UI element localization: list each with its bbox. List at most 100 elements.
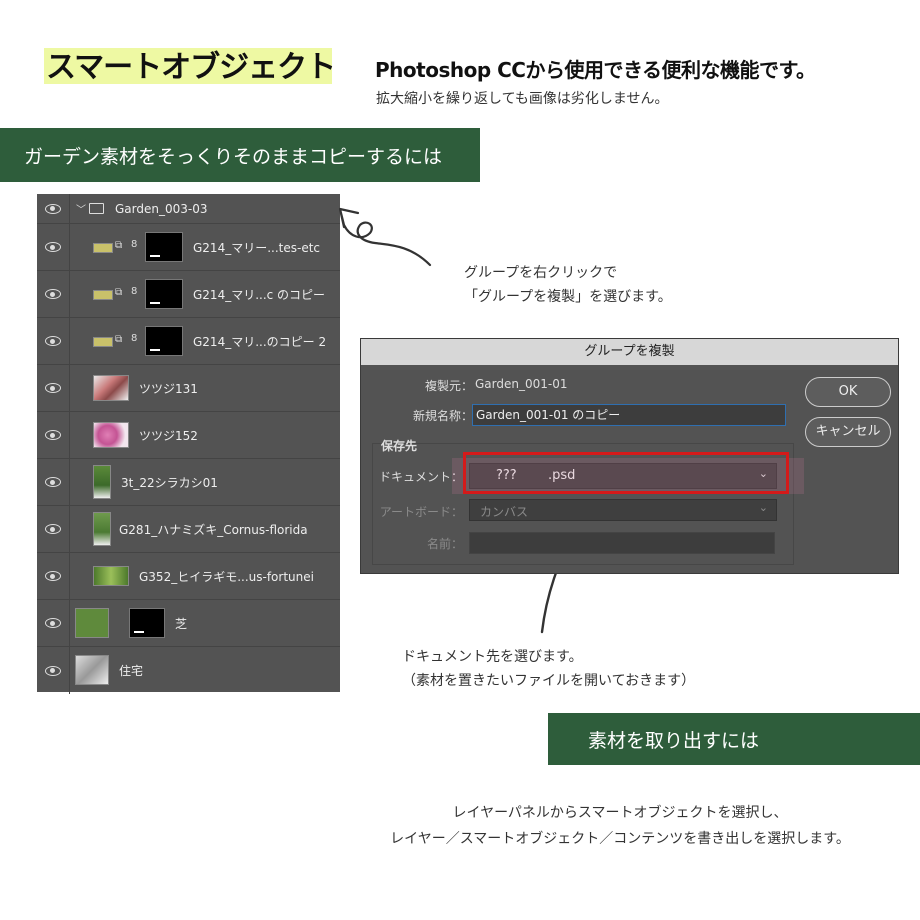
- eye-icon: [45, 665, 61, 676]
- annotation-right-click: グループを右クリックで 「グループを複製」を選びます。: [464, 261, 672, 309]
- source-label: 複製元：: [424, 379, 473, 393]
- destination-heading: 保存先: [381, 439, 418, 453]
- layer-name: 3t_22シラカシ01: [121, 475, 218, 490]
- layer-name: ツツジ131: [139, 381, 198, 396]
- mask-thumbnail: [145, 279, 183, 309]
- visibility-toggle[interactable]: [37, 318, 70, 364]
- visibility-toggle[interactable]: [37, 553, 70, 599]
- eye-icon: [45, 336, 61, 346]
- cancel-button[interactable]: キャンセル: [805, 417, 891, 447]
- bottom-line: レイヤー／スマートオブジェクト／コンテンツを書き出しを選択します。: [390, 831, 850, 847]
- annotation-line: （素材を置きたいファイルを開いておきます）: [402, 673, 696, 689]
- mask-thumbnail: [145, 326, 183, 356]
- name-label: 名前：: [426, 537, 463, 551]
- annotation-document: ドキュメント先を選びます。 （素材を置きたいファイルを開いておきます）: [402, 645, 695, 693]
- copy-section-banner: ガーデン素材をそっくりそのままコピーするには: [0, 128, 480, 182]
- layer-thumbnail: [75, 608, 109, 638]
- eye-icon: [45, 289, 61, 299]
- source-value: Garden_001-01: [475, 377, 568, 391]
- eye-icon: [45, 477, 61, 487]
- visibility-toggle[interactable]: [37, 600, 70, 646]
- layer-name: G214_マリ...c のコピー: [193, 287, 326, 302]
- layer-row[interactable]: ツツジ131: [37, 365, 340, 412]
- layer-row[interactable]: ⧉ 8 G214_マリ...のコピー 2: [37, 318, 340, 365]
- layer-row[interactable]: 住宅: [37, 647, 340, 694]
- visibility-toggle[interactable]: [37, 506, 70, 552]
- visibility-toggle[interactable]: [37, 459, 70, 505]
- new-name-label: 新規名称：: [412, 409, 473, 423]
- annotation-line: 「グループを複製」を選びます。: [464, 289, 672, 305]
- folder-icon: [89, 203, 104, 214]
- subheadline: 拡大縮小を繰り返しても画像は劣化しません。: [376, 91, 669, 107]
- visibility-toggle[interactable]: [37, 271, 70, 317]
- eye-icon: [45, 524, 61, 534]
- eye-icon: [45, 203, 61, 214]
- headline: Photoshop CCから使用できる便利な機能です。: [375, 58, 816, 82]
- layer-name: 芝: [175, 616, 188, 631]
- visibility-toggle[interactable]: [37, 365, 70, 411]
- layer-name: ツツジ152: [139, 428, 198, 443]
- link-icon: 8: [131, 333, 138, 344]
- name-input[interactable]: [469, 532, 775, 554]
- bottom-instructions: レイヤーパネルからスマートオブジェクトを選択し、 レイヤー／スマートオブジェクト…: [330, 800, 910, 852]
- artboard-select[interactable]: カンバス ⌄: [469, 499, 777, 521]
- ok-button[interactable]: OK: [805, 377, 891, 407]
- layer-row[interactable]: G352_ヒイラギモ...us-fortunei: [37, 553, 340, 600]
- layer-row[interactable]: ⧉ 8 G214_マリ...c のコピー: [37, 271, 340, 318]
- document-label: ドキュメント：: [378, 470, 463, 484]
- annotation-line: グループを右クリックで: [464, 265, 618, 281]
- layer-name: G281_ハナミズキ_Cornus-florida: [119, 522, 308, 537]
- document-highlight-box: [463, 452, 789, 494]
- arrow-to-group-icon: [338, 207, 432, 267]
- layer-thumbnail: [93, 465, 111, 499]
- artboard-value: カンバス: [480, 505, 529, 519]
- layer-thumbnail: [93, 512, 111, 546]
- layer-group-row[interactable]: ﹀ Garden_003-03: [37, 194, 340, 224]
- new-name-input[interactable]: Garden_001-01 のコピー: [472, 404, 786, 426]
- layer-name: G214_マリー...tes-etc: [193, 240, 321, 255]
- link-icon: 8: [131, 286, 138, 297]
- visibility-toggle[interactable]: [37, 224, 70, 270]
- eye-icon: [45, 618, 61, 628]
- layer-group-name: Garden_003-03: [115, 201, 208, 216]
- layer-name: G352_ヒイラギモ...us-fortunei: [139, 569, 314, 584]
- link-icon: 8: [131, 239, 138, 250]
- mask-thumbnail: [145, 232, 183, 262]
- smart-object-icon: ⧉: [115, 287, 123, 298]
- chevron-down-icon: ⌄: [758, 501, 768, 514]
- eye-icon: [45, 383, 61, 393]
- layer-row[interactable]: ⧉ 8 G214_マリー...tes-etc: [37, 224, 340, 271]
- annotation-line: ドキュメント先を選びます。: [402, 649, 583, 665]
- layer-thumbnail: [93, 290, 113, 300]
- layer-thumbnail: [93, 337, 113, 347]
- visibility-toggle[interactable]: [37, 647, 70, 694]
- smart-object-icon: ⧉: [115, 334, 123, 345]
- visibility-toggle[interactable]: [37, 412, 70, 458]
- layer-row[interactable]: 芝: [37, 600, 340, 647]
- extract-section-banner-text: 素材を取り出すには: [588, 729, 760, 752]
- dialog-title: グループを複製: [361, 339, 898, 365]
- layer-row[interactable]: G281_ハナミズキ_Cornus-florida: [37, 506, 340, 553]
- layer-name: 住宅: [119, 664, 144, 678]
- mask-thumbnail: [129, 608, 165, 638]
- layer-thumbnail: [93, 243, 113, 253]
- chevron-down-icon[interactable]: ﹀: [76, 201, 86, 216]
- visibility-toggle[interactable]: [37, 194, 70, 223]
- eye-icon: [45, 571, 61, 581]
- bottom-line: レイヤーパネルからスマートオブジェクトを選択し、: [452, 805, 788, 821]
- copy-section-banner-text: ガーデン素材をそっくりそのままコピーするには: [24, 145, 443, 168]
- layer-thumbnail: [93, 566, 129, 586]
- page-title: スマートオブジェクト: [46, 50, 336, 85]
- layers-panel: ﹀ Garden_003-03 ⧉ 8 G214_マリー...tes-etc ⧉…: [37, 194, 340, 694]
- layer-row[interactable]: ツツジ152: [37, 412, 340, 459]
- artboard-label: アートボード：: [379, 505, 463, 519]
- layer-thumbnail: [93, 375, 129, 401]
- eye-icon: [45, 430, 61, 440]
- eye-icon: [45, 242, 61, 252]
- layer-name: G214_マリ...のコピー 2: [193, 334, 327, 349]
- layer-thumbnail: [75, 655, 109, 685]
- extract-section-banner: 素材を取り出すには: [548, 713, 920, 765]
- layer-row[interactable]: 3t_22シラカシ01: [37, 459, 340, 506]
- smart-object-icon: ⧉: [115, 240, 123, 251]
- layer-thumbnail: [93, 422, 129, 448]
